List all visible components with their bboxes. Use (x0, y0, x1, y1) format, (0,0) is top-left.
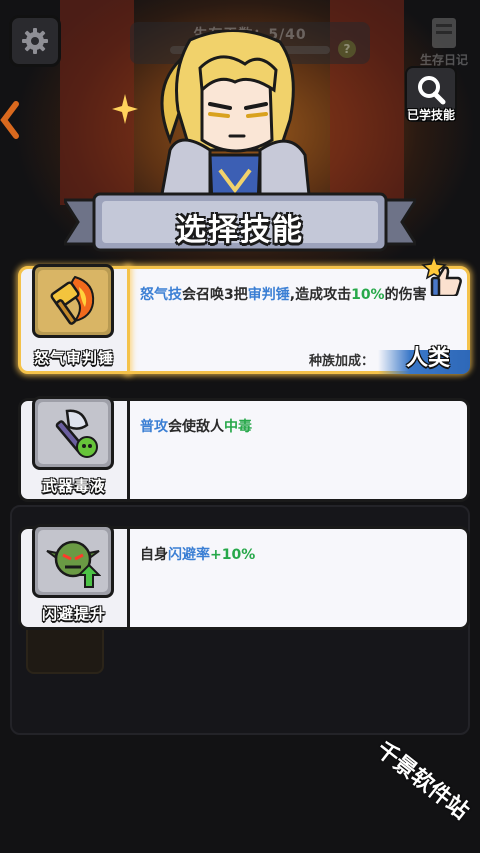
page-title: 选择技能 (176, 213, 304, 248)
skill-name: 闪避提升 (41, 605, 106, 623)
survival-diary-button[interactable]: 生存日记 (416, 12, 472, 68)
desc-text: 会召唤3把 (182, 287, 248, 303)
skill-card[interactable]: 闪避提升 自身闪避率+10% (18, 524, 470, 630)
goblin-dodge-icon (46, 540, 101, 588)
learned-skills-label: 已学技能 (406, 108, 455, 122)
value-highlight: 中毒 (224, 419, 252, 435)
keyword: 普攻 (140, 419, 168, 435)
value-highlight: +10% (210, 547, 256, 563)
skill-description-box (126, 526, 470, 630)
race-bonus: 种族加成： 人类 (300, 346, 470, 374)
learned-skills-button[interactable]: 已学技能 (405, 66, 457, 122)
skill-card[interactable]: 武器毒液 普攻会使敌人中毒 (18, 396, 470, 502)
race-bonus-label: 种族加成： (308, 354, 374, 369)
scroll-left-icon[interactable] (0, 100, 20, 140)
skill-icon-frame (32, 264, 114, 338)
poison-axe-icon (55, 409, 98, 458)
gear-icon (22, 28, 48, 54)
desc-text: ,造成攻击 (289, 287, 352, 303)
help-icon[interactable]: ? (338, 40, 356, 58)
sparkle-icon (112, 94, 138, 124)
skill-card[interactable]: 怒气审判锤 怒气技会召唤3把审判锤,造成攻击10%的伤害 种族加成： 人类 (18, 264, 470, 374)
settings-button[interactable] (9, 15, 61, 67)
skill-description: 自身闪避率+10% (140, 546, 450, 565)
skill-name: 武器毒液 (41, 477, 106, 495)
skill-description: 普攻会使敌人中毒 (140, 418, 450, 437)
magnifier-icon (418, 76, 446, 105)
recommend-thumb-icon (421, 256, 462, 296)
hero-portrait (158, 30, 312, 205)
diary-icon (432, 18, 456, 48)
skill-icon-frame (32, 524, 114, 598)
skill-icon-frame (32, 396, 114, 470)
skill-description-box (126, 398, 470, 502)
skill-name: 怒气审判锤 (33, 349, 114, 367)
desc-text: 自身 (140, 547, 168, 563)
keyword: 闪避率 (168, 547, 210, 563)
keyword: 审判锤 (247, 287, 290, 303)
flaming-hammer-icon (50, 275, 95, 325)
desc-text: 会使敌人 (168, 419, 224, 435)
race-bonus-value: 人类 (405, 346, 450, 371)
skill-description: 怒气技会召唤3把审判锤,造成攻击10%的伤害 (140, 286, 450, 305)
keyword: 怒气技 (140, 287, 182, 303)
skill-select-banner: 选择技能 (64, 192, 416, 252)
value-highlight: 10% (351, 287, 385, 303)
